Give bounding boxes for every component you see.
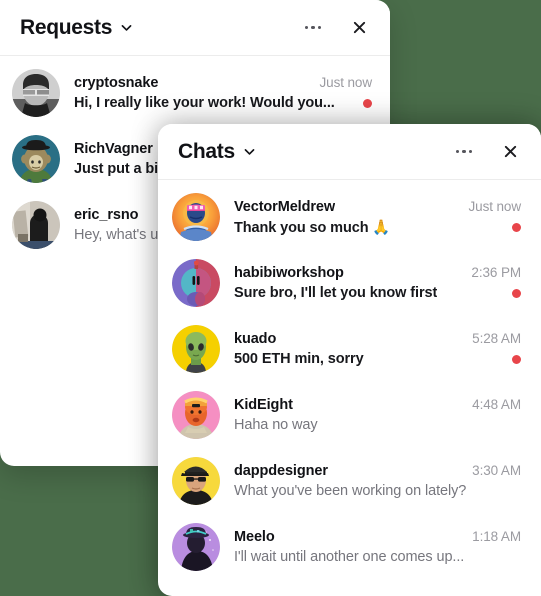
habibiworkshop-avatar xyxy=(172,259,220,307)
request-username: cryptosnake xyxy=(74,75,159,91)
chat-row-top: KidEight 4:48 AM xyxy=(234,397,521,413)
chat-row-body: Meelo 1:18 AM I'll wait until another on… xyxy=(234,529,521,565)
chat-row-dappdesigner[interactable]: dappdesigner 3:30 AM What you've been wo… xyxy=(158,448,541,514)
chat-row-kideight[interactable]: KidEight 4:48 AM Haha no way xyxy=(158,382,541,448)
chats-title-dropdown[interactable]: Chats xyxy=(178,141,256,162)
chat-timestamp: 4:48 AM xyxy=(472,397,521,412)
chat-message-preview: Thank you so much 🙏 xyxy=(234,219,391,236)
chat-row-bottom: What you've been working on lately? xyxy=(234,483,521,499)
chat-message-preview: Sure bro, I'll let you know first xyxy=(234,285,438,301)
chat-username: habibiworkshop xyxy=(234,265,344,281)
kuado-avatar xyxy=(172,325,220,373)
vectormeldrew-avatar xyxy=(172,193,220,241)
chat-row-body: kuado 5:28 AM 500 ETH min, sorry xyxy=(234,331,521,367)
chat-message-preview: What you've been working on lately? xyxy=(234,483,467,499)
request-message-preview: Just put a bid xyxy=(74,161,167,177)
chat-timestamp: 1:18 AM xyxy=(472,529,521,544)
richvagner-avatar xyxy=(12,135,60,183)
chat-row-bottom: Sure bro, I'll let you know first xyxy=(234,285,521,301)
unread-dot xyxy=(512,222,521,232)
chat-row-kuado[interactable]: kuado 5:28 AM 500 ETH min, sorry xyxy=(158,316,541,382)
chat-row-body: VectorMeldrew Just now Thank you so much… xyxy=(234,199,521,236)
chat-row-top: Meelo 1:18 AM xyxy=(234,529,521,545)
request-row-cryptosnake[interactable]: cryptosnake Just now Hi, I really like y… xyxy=(0,60,390,126)
request-message-preview: Hi, I really like your work! Would you..… xyxy=(74,95,335,111)
chevron-down-icon[interactable] xyxy=(120,21,133,34)
kideight-avatar xyxy=(172,391,220,439)
chat-row-vectormeldrew[interactable]: VectorMeldrew Just now Thank you so much… xyxy=(158,184,541,250)
chats-panel-title: Chats xyxy=(178,140,235,163)
chat-timestamp: 5:28 AM xyxy=(472,331,521,346)
close-icon xyxy=(504,145,516,158)
chats-list: VectorMeldrew Just now Thank you so much… xyxy=(158,180,541,580)
chat-row-top: dappdesigner 3:30 AM xyxy=(234,463,521,479)
chat-timestamp: 3:30 AM xyxy=(472,463,521,478)
chat-username: VectorMeldrew xyxy=(234,198,336,215)
chat-message-preview: 500 ETH min, sorry xyxy=(234,351,364,367)
chat-timestamp: 2:36 PM xyxy=(471,265,521,280)
chat-row-bottom: Thank you so much 🙏 xyxy=(234,219,521,236)
request-row-body: cryptosnake Just now Hi, I really like y… xyxy=(74,75,372,111)
close-button[interactable] xyxy=(497,139,523,165)
close-icon xyxy=(353,21,365,34)
more-options-icon xyxy=(455,149,473,154)
chat-row-body: dappdesigner 3:30 AM What you've been wo… xyxy=(234,463,521,499)
meelo-avatar xyxy=(172,523,220,571)
requests-panel-header: Requests xyxy=(0,0,390,56)
chats-panel-header: Chats xyxy=(158,124,541,180)
more-options-icon xyxy=(304,25,322,30)
chats-panel: Chats VectorMeldrew Just now Thank you s… xyxy=(158,124,541,596)
chat-row-meelo[interactable]: Meelo 1:18 AM I'll wait until another on… xyxy=(158,514,541,580)
chat-row-top: VectorMeldrew Just now xyxy=(234,199,521,215)
chat-row-top: habibiworkshop 2:36 PM xyxy=(234,265,521,281)
chat-message-preview: I'll wait until another one comes up... xyxy=(234,549,465,565)
chat-username: dappdesigner xyxy=(234,463,328,479)
request-row-bottom: Hi, I really like your work! Would you..… xyxy=(74,95,372,111)
request-username: RichVagner xyxy=(74,141,153,157)
chat-message-preview: Haha no way xyxy=(234,417,318,433)
chat-row-body: habibiworkshop 2:36 PM Sure bro, I'll le… xyxy=(234,265,521,301)
chat-row-body: KidEight 4:48 AM Haha no way xyxy=(234,397,521,433)
chat-username: kuado xyxy=(234,331,277,347)
chat-row-bottom: Haha no way xyxy=(234,417,521,433)
more-options-button[interactable] xyxy=(300,15,326,41)
close-button[interactable] xyxy=(346,15,372,41)
requests-title-dropdown[interactable]: Requests xyxy=(20,17,133,38)
chat-row-habibiworkshop[interactable]: habibiworkshop 2:36 PM Sure bro, I'll le… xyxy=(158,250,541,316)
chevron-down-icon[interactable] xyxy=(243,145,256,158)
unread-dot xyxy=(512,354,521,364)
chat-row-bottom: 500 ETH min, sorry xyxy=(234,351,521,367)
cryptosnake-avatar xyxy=(12,69,60,117)
unread-dot xyxy=(512,288,521,298)
eric-rsno-avatar xyxy=(12,201,60,249)
chat-row-bottom: I'll wait until another one comes up... xyxy=(234,549,521,565)
dappdesigner-avatar xyxy=(172,457,220,505)
request-username: eric_rsno xyxy=(74,207,139,223)
chat-row-top: kuado 5:28 AM xyxy=(234,331,521,347)
chat-timestamp: Just now xyxy=(468,198,522,214)
requests-panel-title: Requests xyxy=(20,16,113,39)
unread-dot xyxy=(363,98,372,108)
chat-username: Meelo xyxy=(234,529,275,545)
request-row-top: cryptosnake Just now xyxy=(74,75,372,91)
request-timestamp: Just now xyxy=(319,75,373,90)
request-message-preview: Hey, what's up xyxy=(74,227,167,243)
chat-username: KidEight xyxy=(234,397,293,413)
more-options-button[interactable] xyxy=(451,139,477,165)
